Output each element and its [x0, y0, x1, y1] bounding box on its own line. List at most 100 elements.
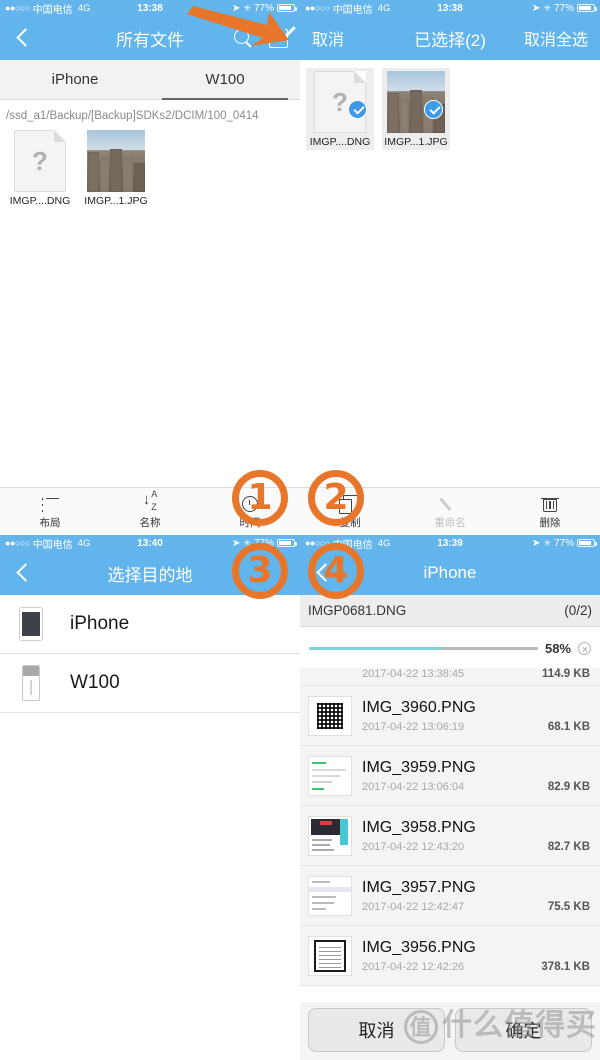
progress-fill: [309, 647, 442, 650]
selected-check-icon[interactable]: [348, 100, 367, 119]
annotation-number-1: 1: [232, 470, 288, 526]
destination-label: iPhone: [70, 613, 130, 634]
file-list: 2017-04-22 13:38:45 114.9 KB IMG_3960.PN…: [300, 668, 600, 986]
battery-icon: [277, 539, 297, 547]
unknown-file-icon: ?: [14, 130, 66, 192]
network-type-label: 4G: [377, 537, 391, 549]
iphone-device-icon: [14, 607, 48, 641]
destination-label: W100: [70, 672, 120, 693]
network-type-label: 4G: [77, 2, 91, 14]
site-watermark: 值什么值得买: [404, 1000, 597, 1045]
file-size: 114.9 KB: [542, 668, 590, 680]
watermark-logo: 值: [404, 1010, 438, 1045]
back-button[interactable]: [12, 27, 34, 49]
nav-actions: 取消全选: [524, 26, 588, 50]
location-arrow-icon: ➤: [532, 537, 541, 549]
file-size: 82.7 KB: [547, 840, 590, 853]
progress-row: 58%: [300, 627, 600, 668]
file-name: IMG_3957.PNG: [362, 878, 476, 896]
file-thumbnail: [308, 755, 352, 796]
progress-percent: 58%: [544, 641, 571, 656]
signal-dots-icon: ●●○○○: [5, 3, 30, 13]
toolbar-rename[interactable]: 重命名: [400, 488, 500, 535]
panel-transfer-progress: ●●○○○ 中国电信 4G 13:39 ➤ ✳ 77% iPhone IMGP0…: [300, 535, 600, 1060]
status-right-group: ➤ ✳ 77%: [532, 2, 597, 14]
file-cell-dng[interactable]: ? IMGP....DNG: [306, 68, 374, 150]
transfer-filename: IMGP0681.DNG: [308, 603, 407, 618]
file-cell-jpg[interactable]: IMGP...1.JPG: [382, 68, 450, 150]
file-name: IMG_3959.PNG: [362, 758, 476, 776]
file-thumbnail: [308, 815, 352, 856]
list-item[interactable]: IMG_3959.PNG 2017-04-22 13:06:04 82.9 KB: [300, 746, 600, 806]
carrier-label: 中国电信: [32, 539, 73, 551]
file-thumbnail: [87, 130, 145, 192]
sort-az-icon: ↓ A Z: [142, 489, 158, 512]
toolbar-label: 删除: [539, 517, 561, 529]
toolbar-label: 布局: [39, 517, 61, 529]
panel-choose-destination: ●●○○○ 中国电信 4G 13:40 ➤ ✳ 77% 选择目的地 iPhone…: [0, 535, 300, 1060]
watermark-text: 什么值得买: [442, 1009, 597, 1042]
tab-iphone[interactable]: iPhone: [0, 60, 150, 99]
file-name: IMG_3958.PNG: [362, 818, 476, 836]
file-date: 2017-04-22 12:42:47: [362, 900, 465, 913]
status-right-group: ➤ ✳ 77%: [532, 537, 597, 549]
file-date: 2017-04-22 12:42:26: [362, 960, 465, 973]
toolbar-label: 名称: [139, 517, 161, 529]
layout-icon: [41, 493, 59, 512]
list-item[interactable]: IMG_3958.PNG 2017-04-22 12:43:20 82.7 KB: [300, 806, 600, 866]
screenshot-root: ●●○○○ 中国电信 4G 13:38 ➤ ✳ 77% 所有文件 iPhone …: [0, 0, 600, 1060]
location-arrow-icon: ➤: [232, 537, 241, 549]
nav-bar: 取消 已选择(2) 取消全选: [300, 16, 600, 60]
back-button[interactable]: [12, 562, 34, 584]
file-grid: ? IMGP....DNG IMGP...1.JPG: [0, 130, 300, 207]
file-name: IMG_3960.PNG: [362, 698, 476, 716]
network-type-label: 4G: [77, 537, 91, 549]
close-circle-icon[interactable]: [578, 642, 591, 655]
file-size: 75.5 KB: [547, 900, 590, 913]
progress-bar: [309, 647, 538, 650]
tab-w100[interactable]: W100: [150, 60, 300, 100]
file-size: 82.9 KB: [547, 780, 590, 793]
signal-dots-icon: ●●○○○: [305, 3, 330, 13]
panel-all-files: ●●○○○ 中国电信 4G 13:38 ➤ ✳ 77% 所有文件 iPhone …: [0, 0, 300, 535]
toolbar-sort-name[interactable]: ↓ A Z 名称: [100, 488, 200, 535]
breadcrumb-path: /ssd_a1/Backup/[Backup]SDKs2/DCIM/100_04…: [6, 110, 259, 122]
file-thumbnail: ?: [311, 71, 369, 133]
battery-icon: [577, 4, 597, 12]
orange-arrow-annotation: [187, 6, 289, 46]
list-item[interactable]: IMG_3956.PNG 2017-04-22 12:42:26 378.1 K…: [300, 926, 600, 986]
carrier-label: 中国电信: [32, 4, 73, 16]
trash-icon: [541, 493, 559, 512]
tab-label: W100: [205, 71, 245, 88]
status-bar: ●●○○○ 中国电信 4G 13:38 ➤ ✳ 77%: [300, 0, 600, 16]
transfer-header: IMGP0681.DNG (0/2): [300, 595, 600, 627]
file-date: 2017-04-22 13:06:19: [362, 720, 465, 733]
bluetooth-icon: ✳: [543, 2, 551, 13]
destination-item-iphone[interactable]: iPhone: [0, 595, 300, 654]
file-name: IMG_3956.PNG: [362, 938, 476, 956]
annotation-number-4: 4: [308, 543, 364, 599]
cancel-button[interactable]: 取消: [312, 26, 344, 50]
file-cell-jpg[interactable]: IMGP...1.JPG: [82, 130, 150, 207]
list-item[interactable]: 2017-04-22 13:38:45 114.9 KB: [300, 668, 600, 686]
file-cell-dng[interactable]: ? IMGP....DNG: [6, 130, 74, 207]
toolbar-label: 重命名: [434, 517, 466, 529]
selected-check-icon[interactable]: [424, 100, 443, 119]
toolbar-layout[interactable]: 布局: [0, 488, 100, 535]
destination-item-w100[interactable]: W100: [0, 654, 300, 713]
battery-percent-label: 77%: [553, 2, 574, 14]
file-label: IMGP...1.JPG: [384, 136, 448, 148]
file-label: IMGP...1.JPG: [84, 195, 148, 207]
destination-list: iPhone W100: [0, 595, 300, 713]
file-thumbnail: ?: [11, 130, 69, 192]
list-item[interactable]: IMG_3957.PNG 2017-04-22 12:42:47 75.5 KB: [300, 866, 600, 926]
deselect-all-button[interactable]: 取消全选: [524, 26, 588, 50]
toolbar-delete[interactable]: 删除: [500, 488, 600, 535]
network-type-label: 4G: [377, 2, 391, 14]
file-thumbnail: [308, 935, 352, 976]
file-grid: ? IMGP....DNG IMGP...1.JPG: [300, 60, 600, 150]
file-thumbnail: [387, 71, 445, 133]
file-date: 2017-04-22 13:38:45: [362, 668, 465, 680]
bluetooth-icon: ✳: [543, 537, 551, 548]
list-item[interactable]: IMG_3960.PNG 2017-04-22 13:06:19 68.1 KB: [300, 686, 600, 746]
